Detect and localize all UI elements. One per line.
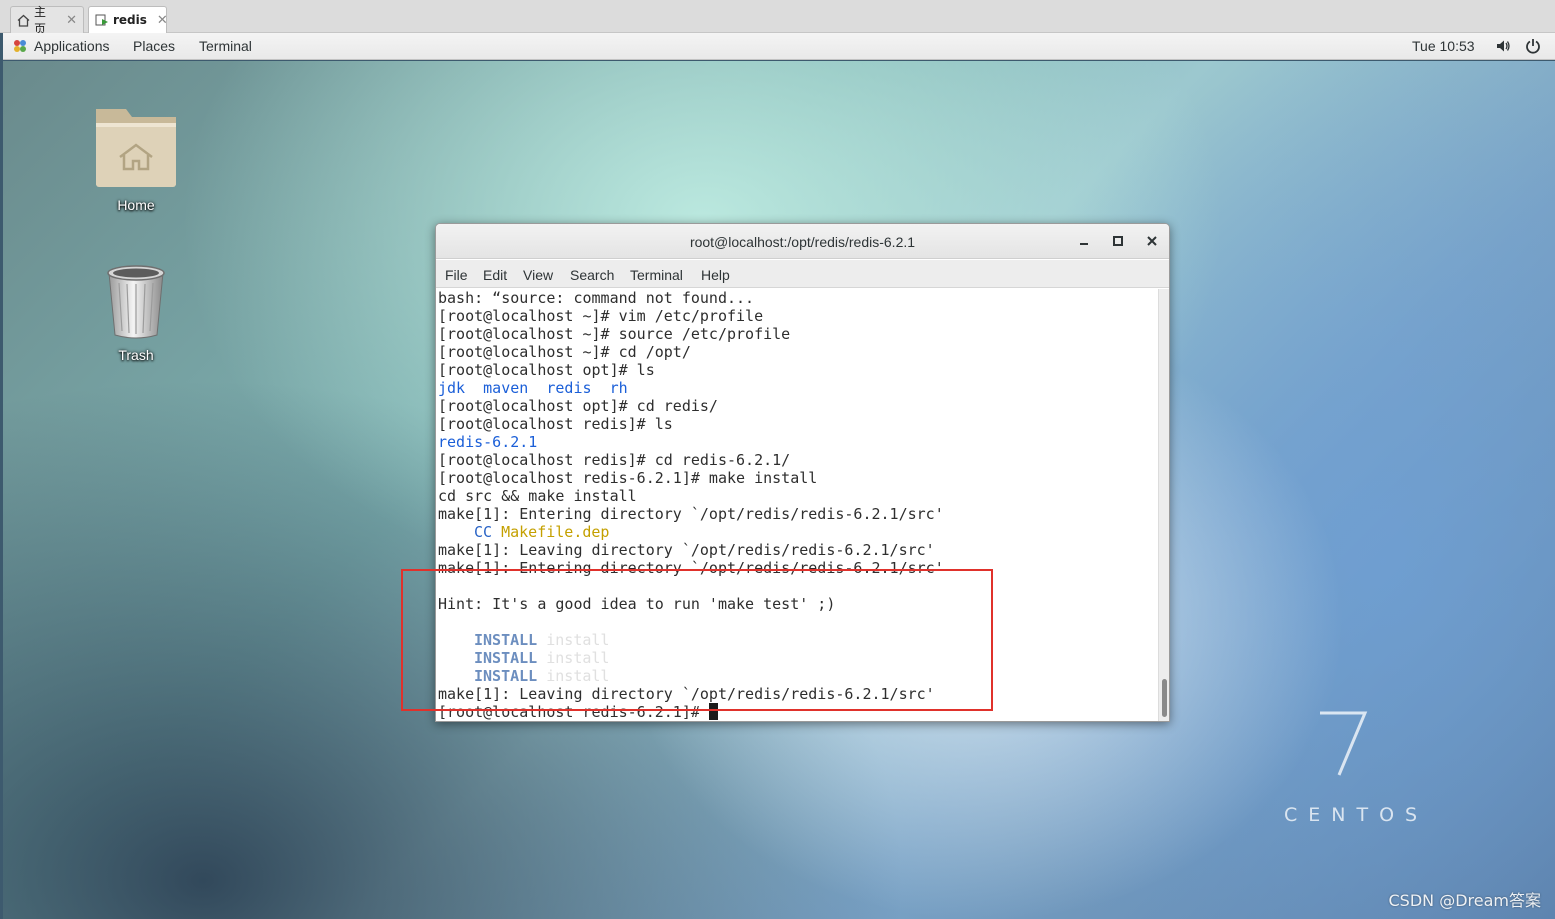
terminal-line-dir-listing: redis-6.2.1 bbox=[438, 433, 538, 451]
terminal-line: make[1]: Leaving directory `/opt/redis/r… bbox=[438, 541, 935, 559]
terminal-line: [root@localhost opt]# cd redis/ bbox=[438, 397, 718, 415]
top-panel: Applications Places Terminal Tue 10:53 bbox=[3, 33, 1555, 60]
terminal-menubar: File Edit View Search Terminal Help bbox=[436, 260, 1169, 288]
terminal-line: [root@localhost redis]# ls bbox=[438, 415, 673, 433]
terminal-line: [root@localhost opt]# ls bbox=[438, 361, 655, 379]
close-icon[interactable] bbox=[1144, 233, 1160, 249]
tab-redis-label: redis bbox=[113, 13, 147, 27]
terminal-app-menu[interactable]: Terminal bbox=[199, 38, 252, 54]
highlight-box bbox=[401, 569, 993, 711]
terminal-line: [root@localhost ~]# source /etc/profile bbox=[438, 325, 791, 343]
desktop-home[interactable]: Home bbox=[86, 105, 186, 213]
home-label: Home bbox=[117, 197, 155, 213]
terminal-title: root@localhost:/opt/redis/redis-6.2.1 bbox=[689, 234, 916, 250]
trash-label: Trash bbox=[118, 347, 154, 363]
trash-icon bbox=[107, 265, 165, 339]
menu-terminal[interactable]: Terminal bbox=[630, 267, 683, 283]
desktop-trash[interactable]: Trash bbox=[86, 261, 186, 363]
terminal-line-cc: CC Makefile.dep bbox=[474, 523, 609, 541]
terminal-scrollbar[interactable] bbox=[1158, 289, 1169, 721]
terminal-line: bash: “source: command not found... bbox=[438, 289, 755, 307]
maximize-icon[interactable] bbox=[1110, 233, 1126, 249]
centos-seven-logo bbox=[1320, 711, 1368, 776]
menu-file[interactable]: File bbox=[445, 267, 468, 283]
makefile-dep-label: Makefile.dep bbox=[501, 523, 610, 541]
applications-menu[interactable]: Applications bbox=[34, 38, 110, 54]
minimize-icon[interactable] bbox=[1076, 233, 1092, 249]
power-icon[interactable] bbox=[1525, 38, 1541, 57]
csdn-watermark: CSDN @Dream答案 bbox=[1388, 891, 1542, 910]
volume-icon[interactable] bbox=[1495, 38, 1511, 57]
home-icon bbox=[17, 13, 30, 27]
terminal-line-dir-listing: jdk maven redis rh bbox=[438, 379, 628, 397]
tab-strip: 主页 ✕ redis ✕ bbox=[0, 0, 1555, 36]
cc-label: CC bbox=[474, 523, 493, 541]
scrollbar-thumb[interactable] bbox=[1162, 679, 1167, 717]
terminal-line: [root@localhost ~]# cd /opt/ bbox=[438, 343, 691, 361]
terminal-line: cd src && make install bbox=[438, 487, 637, 505]
tab-home[interactable]: 主页 ✕ bbox=[10, 5, 84, 36]
menu-help[interactable]: Help bbox=[701, 267, 730, 283]
tab-home-close-icon[interactable]: ✕ bbox=[66, 13, 77, 28]
centos-wordmark: CENTOS bbox=[1284, 804, 1429, 826]
tab-home-label: 主页 bbox=[34, 5, 47, 36]
terminal-line: [root@localhost redis-6.2.1]# make insta… bbox=[438, 469, 818, 487]
clock[interactable]: Tue 10:53 bbox=[1412, 38, 1475, 54]
terminal-line: make[1]: Entering directory `/opt/redis/… bbox=[438, 505, 944, 523]
terminal-line: [root@localhost ~]# vim /etc/profile bbox=[438, 307, 764, 325]
terminal-titlebar[interactable]: root@localhost:/opt/redis/redis-6.2.1 bbox=[436, 224, 1169, 259]
menu-search[interactable]: Search bbox=[570, 267, 614, 283]
tab-redis[interactable]: redis ✕ bbox=[88, 6, 168, 33]
terminal-line: [root@localhost redis]# cd redis-6.2.1/ bbox=[438, 451, 791, 469]
applications-icon bbox=[12, 38, 28, 54]
home-folder-icon bbox=[96, 109, 176, 187]
tab-redis-close-icon[interactable]: ✕ bbox=[157, 13, 168, 28]
menu-view[interactable]: View bbox=[523, 267, 553, 283]
vm-icon bbox=[95, 13, 109, 27]
menu-edit[interactable]: Edit bbox=[483, 267, 507, 283]
places-menu[interactable]: Places bbox=[133, 38, 175, 54]
